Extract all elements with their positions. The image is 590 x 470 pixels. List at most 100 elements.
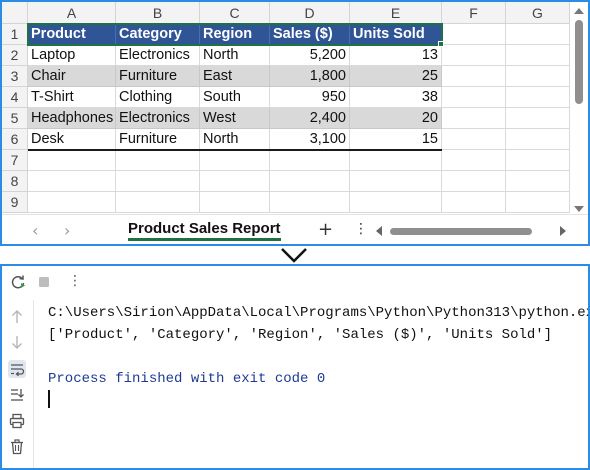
row-header-3[interactable]: 3	[2, 66, 28, 87]
cell-b9[interactable]	[116, 192, 200, 213]
cell-g5[interactable]	[506, 108, 570, 129]
cell-g8[interactable]	[506, 171, 570, 192]
table-cell[interactable]: 15	[350, 129, 442, 150]
cell-f5[interactable]	[442, 108, 506, 129]
cell-e9[interactable]	[350, 192, 442, 213]
cell-f3[interactable]	[442, 66, 506, 87]
cell-g7[interactable]	[506, 150, 570, 171]
table-header-cell[interactable]: Region	[200, 24, 270, 45]
row-header-8[interactable]: 8	[2, 171, 28, 192]
select-all-corner[interactable]	[2, 2, 28, 24]
row-header-4[interactable]: 4	[2, 87, 28, 108]
cell-c7[interactable]	[200, 150, 270, 171]
table-header-cell[interactable]: Units Sold	[350, 24, 442, 45]
table-cell[interactable]: 38	[350, 87, 442, 108]
table-cell[interactable]: Clothing	[116, 87, 200, 108]
table-cell[interactable]: North	[200, 45, 270, 66]
cell-e8[interactable]	[350, 171, 442, 192]
table-cell[interactable]: T-Shirt	[28, 87, 116, 108]
table-cell[interactable]: Electronics	[116, 108, 200, 129]
scroll-right-icon[interactable]	[560, 226, 566, 236]
table-cell[interactable]: 2,400	[270, 108, 350, 129]
cell-f8[interactable]	[442, 171, 506, 192]
cell-f2[interactable]	[442, 45, 506, 66]
cell-a9[interactable]	[28, 192, 116, 213]
cell-g1[interactable]	[506, 24, 570, 45]
cell-a8[interactable]	[28, 171, 116, 192]
trash-icon[interactable]	[8, 438, 26, 456]
table-cell[interactable]: North	[200, 129, 270, 150]
fill-handle[interactable]	[438, 41, 444, 47]
table-cell[interactable]: 13	[350, 45, 442, 66]
cell-f7[interactable]	[442, 150, 506, 171]
cell-f4[interactable]	[442, 87, 506, 108]
cell-a7[interactable]	[28, 150, 116, 171]
scroll-down-icon[interactable]	[574, 206, 584, 212]
vertical-scroll-thumb[interactable]	[575, 20, 583, 104]
row-header-5[interactable]: 5	[2, 108, 28, 129]
table-cell[interactable]: 950	[270, 87, 350, 108]
table-cell[interactable]: South	[200, 87, 270, 108]
cell-f1[interactable]	[442, 24, 506, 45]
scroll-up-icon[interactable]	[574, 8, 584, 14]
table-cell[interactable]: East	[200, 66, 270, 87]
soft-wrap-icon[interactable]	[8, 360, 26, 378]
table-cell[interactable]: 5,200	[270, 45, 350, 66]
rerun-icon[interactable]	[10, 274, 26, 290]
row-header-9[interactable]: 9	[2, 192, 28, 213]
cell-d7[interactable]	[270, 150, 350, 171]
cell-d9[interactable]	[270, 192, 350, 213]
table-header-cell[interactable]: Product	[28, 24, 116, 45]
column-header-d[interactable]: D	[270, 2, 350, 24]
row-header-7[interactable]: 7	[2, 150, 28, 171]
table-header-cell[interactable]: Sales ($)	[270, 24, 350, 45]
cell-e7[interactable]	[350, 150, 442, 171]
row-header-1[interactable]: 1	[2, 24, 28, 45]
table-cell[interactable]: Furniture	[116, 129, 200, 150]
add-sheet-button[interactable]: +	[318, 219, 333, 240]
cell-f6[interactable]	[442, 129, 506, 150]
vertical-scrollbar[interactable]	[572, 8, 586, 214]
cell-b8[interactable]	[116, 171, 200, 192]
next-sheet-button[interactable]: ›	[64, 221, 70, 240]
sheet-options-button[interactable]: ⋮	[354, 221, 368, 237]
table-cell[interactable]: 3,100	[270, 129, 350, 150]
horizontal-scrollbar[interactable]	[376, 225, 572, 237]
table-cell[interactable]: Headphones	[28, 108, 116, 129]
cell-g9[interactable]	[506, 192, 570, 213]
horizontal-scroll-thumb[interactable]	[390, 228, 532, 235]
table-cell[interactable]: West	[200, 108, 270, 129]
table-cell[interactable]: Chair	[28, 66, 116, 87]
table-cell[interactable]: Laptop	[28, 45, 116, 66]
cell-g3[interactable]	[506, 66, 570, 87]
row-header-2[interactable]: 2	[2, 45, 28, 66]
down-arrow-icon[interactable]	[8, 333, 26, 351]
table-cell[interactable]: Electronics	[116, 45, 200, 66]
column-header-b[interactable]: B	[116, 2, 200, 24]
column-header-e[interactable]: E	[350, 2, 442, 24]
cell-g2[interactable]	[506, 45, 570, 66]
scroll-left-icon[interactable]	[376, 226, 382, 236]
table-cell[interactable]: Furniture	[116, 66, 200, 87]
table-header-cell[interactable]: Category	[116, 24, 200, 45]
stop-icon[interactable]	[36, 274, 52, 290]
table-cell[interactable]: 1,800	[270, 66, 350, 87]
cell-c8[interactable]	[200, 171, 270, 192]
cell-b7[interactable]	[116, 150, 200, 171]
column-header-f[interactable]: F	[442, 2, 506, 24]
cell-g4[interactable]	[506, 87, 570, 108]
scroll-to-end-icon[interactable]	[8, 386, 26, 404]
cell-f9[interactable]	[442, 192, 506, 213]
cell-c9[interactable]	[200, 192, 270, 213]
cell-g6[interactable]	[506, 129, 570, 150]
prev-sheet-button[interactable]: ‹	[32, 221, 38, 240]
row-header-6[interactable]: 6	[2, 129, 28, 150]
sheet-tab-product-sales-report[interactable]: Product Sales Report	[120, 215, 289, 244]
cell-d8[interactable]	[270, 171, 350, 192]
column-header-a[interactable]: A	[28, 2, 116, 24]
up-arrow-icon[interactable]	[8, 308, 26, 326]
column-header-g[interactable]: G	[506, 2, 570, 24]
table-cell[interactable]: 20	[350, 108, 442, 129]
print-icon[interactable]	[8, 412, 26, 430]
table-cell[interactable]: 25	[350, 66, 442, 87]
